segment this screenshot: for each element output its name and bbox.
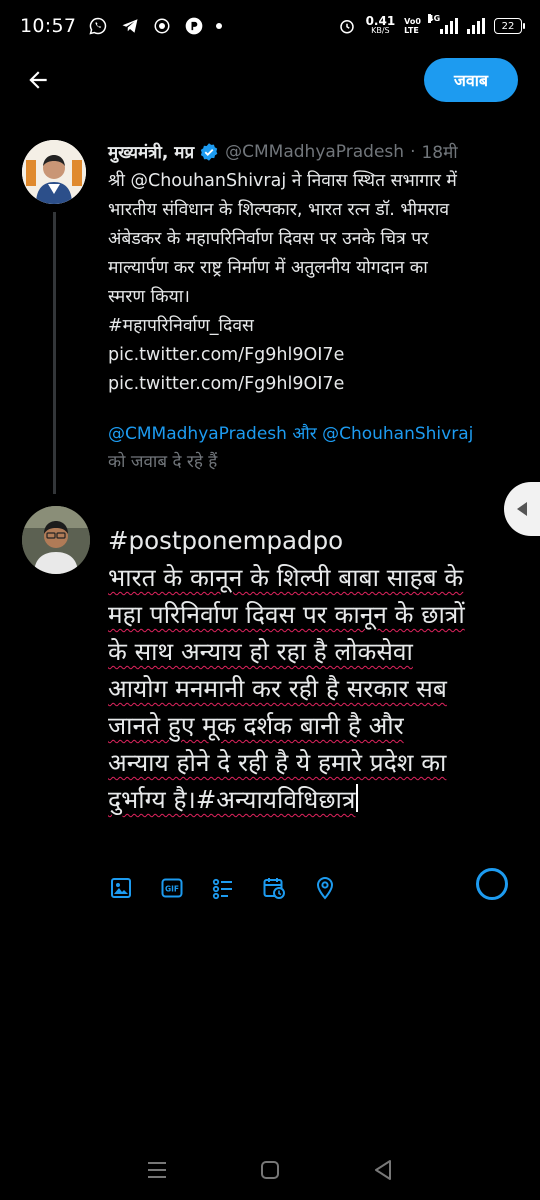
thread-connector [53, 212, 56, 494]
poll-icon [212, 878, 232, 900]
tweet-link[interactable]: pic.twitter.com/Fg9hl9OI7e [108, 341, 528, 370]
compose-line[interactable]: जानते हुए मूक दर्शक बानी है और [108, 707, 526, 744]
chevron-left-icon [517, 502, 527, 516]
tweet-link[interactable]: pic.twitter.com/Fg9hl9OI7e [108, 370, 528, 399]
tweet-header: मुख्यमंत्री, मप्र @CMMadhyaPradesh · 18म… [108, 140, 528, 164]
compose-text-area[interactable]: #postponempadpo भारत के कानून के शिल्पी … [108, 522, 526, 818]
user-avatar[interactable] [22, 506, 90, 574]
recents-button[interactable] [143, 1156, 171, 1184]
arrow-left-icon [29, 71, 47, 89]
original-author-avatar[interactable] [22, 140, 86, 204]
app-icon [152, 16, 172, 36]
compose-toolbar: GIF [108, 868, 528, 908]
compose-last-line[interactable]: दुर्भाग्य है।#अन्यायविधिछात्र [108, 781, 526, 818]
tweet-line: स्मरण किया। [108, 287, 190, 307]
compose-line[interactable]: के साथ अन्याय हो रहा है लोकसेवा [108, 633, 526, 670]
compose-line[interactable]: भारत के कानून के शिल्पी बाबा साहब के [108, 559, 526, 596]
author-name[interactable]: मुख्यमंत्री, मप्र [108, 140, 194, 163]
notification-icons [88, 16, 223, 36]
compose-header: जवाब [0, 52, 540, 108]
separator: · [410, 141, 416, 162]
whatsapp-icon [88, 16, 108, 36]
tweet-line: श्री @ChouhanShivraj ने निवास स्थित सभाग… [108, 171, 457, 191]
reply-button[interactable]: जवाब [424, 58, 518, 102]
original-tweet: मुख्यमंत्री, मप्र @CMMadhyaPradesh · 18म… [108, 140, 528, 399]
text-caret [356, 784, 359, 812]
verified-badge-icon [199, 142, 219, 162]
menu-icon [147, 1162, 166, 1178]
compose-line[interactable]: आयोग मनमानी कर रही है सरकार सब [108, 670, 526, 707]
replying-mention[interactable]: @ChouhanShivraj [322, 424, 473, 444]
compose-hashtag[interactable]: #postponempadpo [108, 522, 526, 559]
replying-suffix: को जवाब दे रहे हैं [108, 452, 218, 472]
poll-button[interactable] [210, 875, 236, 901]
gif-icon: GIF [161, 878, 183, 898]
system-navigation-bar [0, 1140, 540, 1200]
volte-indicator: Vo0 LTE [404, 17, 421, 35]
schedule-icon [263, 878, 285, 899]
status-time: 10:57 [20, 15, 77, 37]
net-speed: 0.41 KB/S [365, 14, 396, 35]
tweet-time: 18मी [421, 143, 458, 163]
image-icon [111, 878, 131, 898]
signal-icon-2 [467, 18, 485, 34]
system-icons: 0.41 KB/S Vo0 LTE 4G 22 [337, 0, 525, 52]
tweet-line: अंबेडकर के महापरिनिर्वाण दिवस पर उनके चि… [108, 229, 429, 249]
location-button[interactable] [312, 875, 338, 901]
status-bar: 10:57 0.41 KB/S Vo0 LTE 4G 22 [0, 0, 540, 52]
gif-button[interactable]: GIF [159, 875, 185, 901]
back-button[interactable] [22, 64, 54, 96]
compose-line[interactable]: महा परिनिर्वाण दिवस पर कानून के छात्रों [108, 596, 526, 633]
compose-line[interactable]: अन्याय होने दे रही है ये हमारे प्रदेश का [108, 744, 526, 781]
compose-line[interactable]: दुर्भाग्य है।#अन्यायविधिछात्र [108, 785, 355, 814]
replying-conjunction: और [286, 424, 323, 444]
schedule-button[interactable] [261, 875, 287, 901]
signal-icon-1: 4G [428, 14, 458, 34]
tweet-text: श्री @ChouhanShivraj ने निवास स्थित सभाग… [108, 167, 528, 399]
paytm-icon [184, 16, 204, 36]
home-square-icon [260, 1161, 279, 1179]
image-button[interactable] [108, 875, 134, 901]
triangle-back-icon [375, 1160, 392, 1180]
back-nav-button[interactable] [369, 1156, 397, 1184]
replying-mention[interactable]: @CMMadhyaPradesh [108, 424, 287, 444]
replying-to: @CMMadhyaPradesh और @ChouhanShivraj को ज… [108, 420, 533, 476]
tweet-line: माल्यार्पण कर राष्ट्र निर्माण में अतुलनी… [108, 258, 428, 278]
notification-dot [216, 23, 223, 29]
location-icon [316, 876, 334, 900]
home-button[interactable] [256, 1156, 284, 1184]
battery-icon: 22 [494, 18, 525, 34]
tweet-line: भारतीय संविधान के शिल्पकार, भारत रत्न डॉ… [108, 200, 450, 220]
tweet-hashtag[interactable]: #महापरिनिर्वाण_दिवस [108, 312, 528, 341]
svg-text:GIF: GIF [165, 885, 179, 894]
author-handle[interactable]: @CMMadhyaPradesh [225, 142, 404, 162]
alarm-icon [337, 16, 357, 36]
telegram-icon [120, 16, 140, 36]
character-count-ring [476, 868, 508, 900]
